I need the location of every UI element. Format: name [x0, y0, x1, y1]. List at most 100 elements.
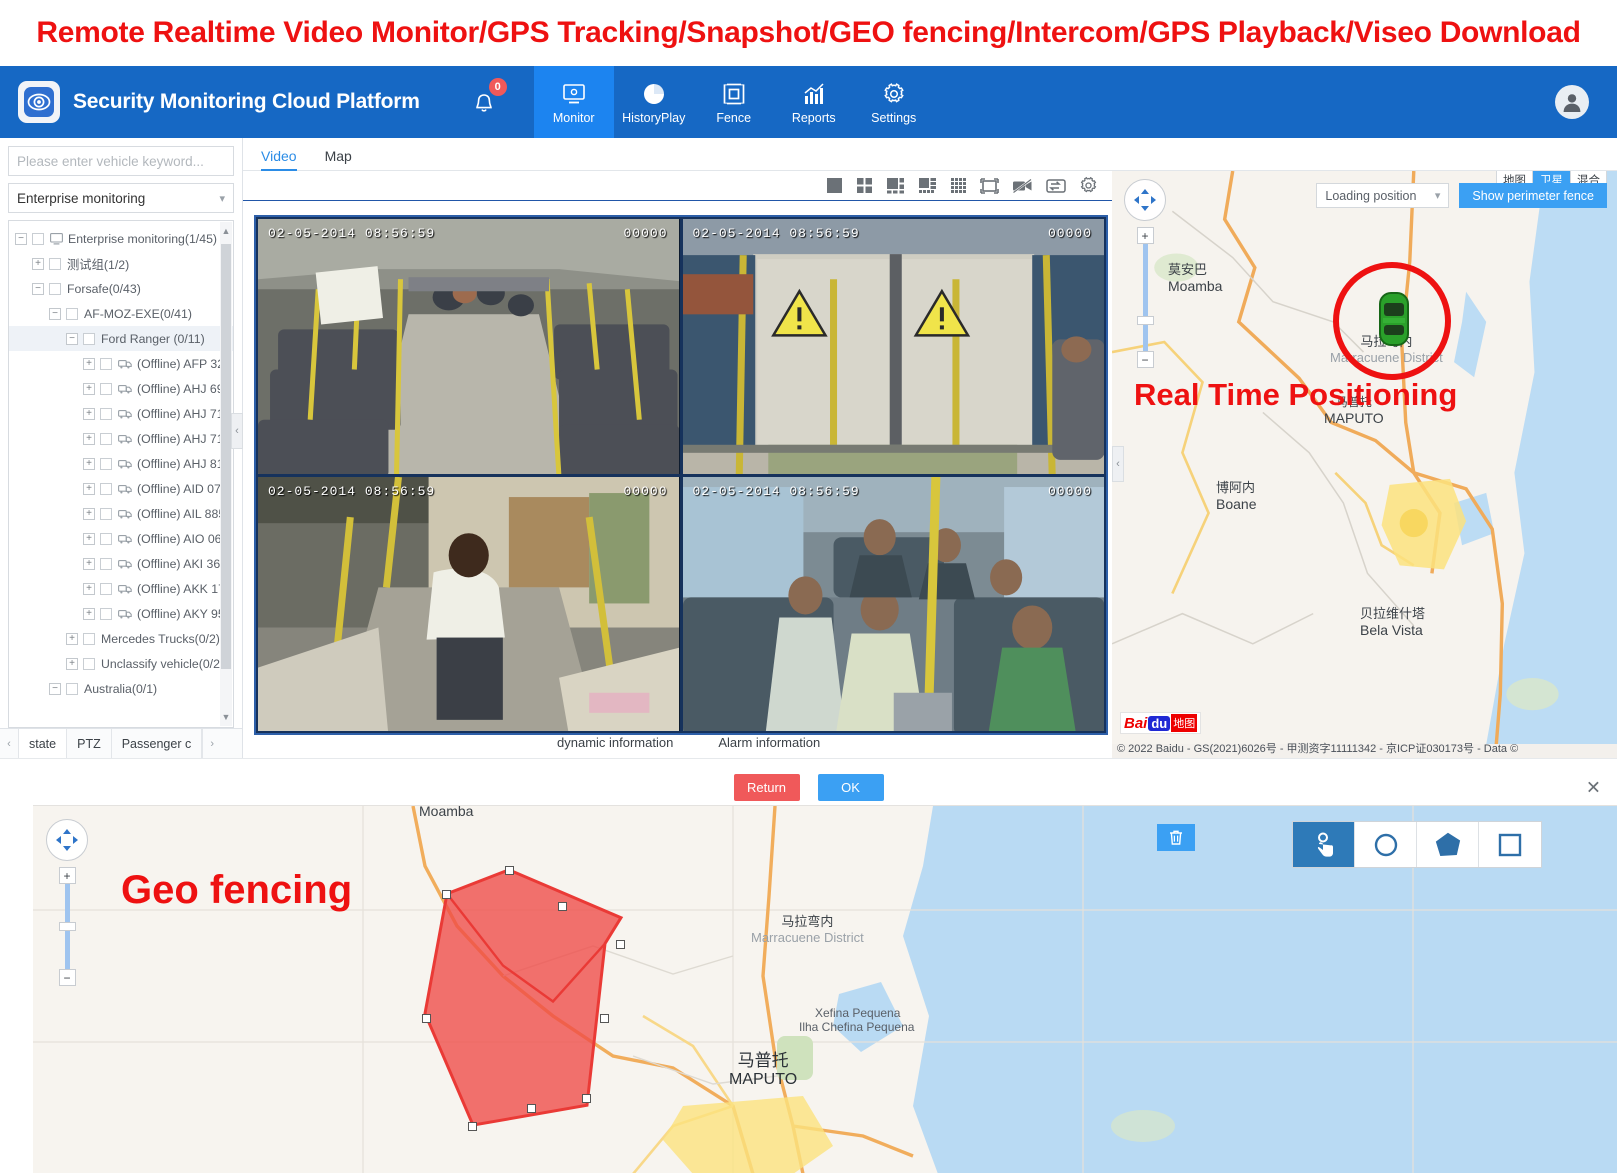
- nav-item-historyplay[interactable]: HistoryPlay: [614, 66, 694, 138]
- map-panel[interactable]: 地图 卫星 混合: [1112, 171, 1617, 758]
- tree-scroll-thumb[interactable]: [221, 244, 231, 669]
- fence-vertex-handle[interactable]: [527, 1104, 536, 1113]
- expand-plus-icon[interactable]: +: [83, 508, 95, 520]
- map-canvas[interactable]: [1112, 171, 1617, 744]
- tab-video[interactable]: Video: [261, 148, 297, 170]
- fullscreen-icon[interactable]: [980, 178, 999, 194]
- tree-node[interactable]: +(Offline) AIO 068 M: [9, 526, 233, 551]
- tree-node[interactable]: +(Offline) AKY 956: [9, 601, 233, 626]
- scroll-down-icon[interactable]: ▼: [220, 710, 232, 724]
- expand-plus-icon[interactable]: +: [83, 383, 95, 395]
- tree-node-checkbox[interactable]: [49, 258, 61, 270]
- tree-node-checkbox[interactable]: [100, 433, 112, 445]
- sidebar-tab-state[interactable]: state: [19, 729, 67, 758]
- expand-plus-icon[interactable]: +: [32, 258, 44, 270]
- quad-view-icon[interactable]: [856, 177, 873, 194]
- expand-plus-icon[interactable]: +: [66, 658, 78, 670]
- tab-map[interactable]: Map: [325, 148, 352, 170]
- sidebar-tab-passenger[interactable]: Passenger c: [112, 729, 202, 758]
- geo-zoom-bar-lower[interactable]: [65, 931, 70, 969]
- geo-zoom-in-button[interactable]: +: [59, 867, 76, 884]
- sidebar-collapse-handle[interactable]: ‹: [231, 413, 243, 449]
- tree-node-checkbox[interactable]: [100, 508, 112, 520]
- collapse-minus-icon[interactable]: −: [49, 683, 61, 695]
- collapse-minus-icon[interactable]: −: [66, 333, 78, 345]
- tree-node-checkbox[interactable]: [66, 308, 78, 320]
- fence-vertex-handle[interactable]: [600, 1014, 609, 1023]
- collapse-minus-icon[interactable]: −: [15, 233, 27, 245]
- show-perimeter-fence-button[interactable]: Show perimeter fence: [1459, 183, 1607, 208]
- tree-scrollbar[interactable]: ▲ ▼: [220, 222, 232, 726]
- geo-zoom-out-button[interactable]: −: [59, 969, 76, 986]
- tree-node[interactable]: +Unclassify vehicle(0/28): [9, 651, 233, 676]
- tree-node[interactable]: +(Offline) AID 075 M: [9, 476, 233, 501]
- tree-node[interactable]: +(Offline) AIL 885 M: [9, 501, 233, 526]
- notifications-button[interactable]: 0: [472, 82, 506, 122]
- sidebar-tab-ptz[interactable]: PTZ: [67, 729, 112, 758]
- fence-vertex-handle[interactable]: [616, 940, 625, 949]
- expand-plus-icon[interactable]: +: [83, 558, 95, 570]
- pointer-hand-tool[interactable]: [1293, 822, 1355, 867]
- tree-node[interactable]: −Enterprise monitoring(1/45): [9, 226, 233, 251]
- video-cell-1[interactable]: 02-05-2014 08:56:59 00000: [258, 219, 680, 474]
- expand-plus-icon[interactable]: +: [83, 533, 95, 545]
- geo-zoom-knob[interactable]: [59, 922, 76, 931]
- nav-item-monitor[interactable]: Monitor: [534, 66, 614, 138]
- eight-view-icon[interactable]: [918, 177, 937, 194]
- delete-fence-button[interactable]: [1157, 824, 1195, 851]
- fence-vertex-handle[interactable]: [558, 902, 567, 911]
- map-pan-dpad-icon[interactable]: [1124, 179, 1166, 221]
- map-zoom-knob[interactable]: [1137, 316, 1154, 325]
- expand-plus-icon[interactable]: +: [83, 408, 95, 420]
- tree-node-checkbox[interactable]: [100, 458, 112, 470]
- nav-item-fence[interactable]: Fence: [694, 66, 774, 138]
- tree-node-checkbox[interactable]: [83, 633, 95, 645]
- tree-node-checkbox[interactable]: [100, 533, 112, 545]
- map-zoom-in-button[interactable]: +: [1137, 227, 1154, 244]
- circle-tool[interactable]: [1355, 822, 1417, 867]
- tabs-next-icon[interactable]: ›: [202, 729, 221, 758]
- tree-node-checkbox[interactable]: [66, 683, 78, 695]
- expand-plus-icon[interactable]: +: [83, 458, 95, 470]
- geo-pan-dpad-icon[interactable]: [46, 819, 88, 861]
- video-cell-4[interactable]: 02-05-2014 08:56:59 00000: [683, 477, 1105, 732]
- six-view-icon[interactable]: [886, 177, 905, 194]
- tree-node[interactable]: +(Offline) AKK 172: [9, 576, 233, 601]
- tree-node-checkbox[interactable]: [49, 283, 61, 295]
- expand-plus-icon[interactable]: +: [83, 608, 95, 620]
- tree-node-checkbox[interactable]: [100, 358, 112, 370]
- close-icon[interactable]: ✕: [1586, 777, 1601, 798]
- tree-node-checkbox[interactable]: [100, 408, 112, 420]
- user-avatar-icon[interactable]: [1555, 85, 1589, 119]
- geo-zoom-slider[interactable]: + −: [59, 867, 75, 986]
- ok-button[interactable]: OK: [818, 774, 884, 801]
- tabs-prev-icon[interactable]: ‹: [0, 729, 19, 758]
- tree-node[interactable]: +Mercedes Trucks(0/2): [9, 626, 233, 651]
- video-cell-3[interactable]: 02-05-2014 08:56:59 00000: [258, 477, 680, 732]
- dynamic-information-link[interactable]: dynamic information: [557, 735, 673, 750]
- tree-node-checkbox[interactable]: [100, 583, 112, 595]
- geo-zoom-bar[interactable]: [65, 884, 70, 922]
- loading-position-select[interactable]: Loading position ▾: [1316, 183, 1449, 208]
- settings-gear-icon[interactable]: [1079, 176, 1098, 195]
- video-cell-2[interactable]: 02-05-2014 08:56:59 00000: [683, 219, 1105, 474]
- fence-vertex-handle[interactable]: [422, 1014, 431, 1023]
- tree-node[interactable]: +(Offline) AKI 368 M: [9, 551, 233, 576]
- fence-vertex-handle[interactable]: [505, 866, 514, 875]
- polygon-tool[interactable]: [1417, 822, 1479, 867]
- tree-node-checkbox[interactable]: [32, 233, 44, 245]
- tree-node-checkbox[interactable]: [83, 658, 95, 670]
- expand-plus-icon[interactable]: +: [83, 358, 95, 370]
- tree-node[interactable]: −Australia(0/1): [9, 676, 233, 701]
- tree-node[interactable]: +(Offline) AHJ 712 M: [9, 426, 233, 451]
- tree-node-checkbox[interactable]: [83, 333, 95, 345]
- tree-node[interactable]: +(Offline) AFP 324 M: [9, 351, 233, 376]
- fence-vertex-handle[interactable]: [442, 890, 451, 899]
- tree-node[interactable]: +测试组(1/2): [9, 251, 233, 276]
- tree-node[interactable]: +(Offline) AHJ 810 M: [9, 451, 233, 476]
- tree-node[interactable]: −Forsafe(0/43): [9, 276, 233, 301]
- map-collapse-handle[interactable]: ‹: [1112, 446, 1124, 482]
- video-off-icon[interactable]: [1012, 178, 1033, 194]
- tree-node-checkbox[interactable]: [100, 483, 112, 495]
- tree-node[interactable]: −AF-MOZ-EXE(0/41): [9, 301, 233, 326]
